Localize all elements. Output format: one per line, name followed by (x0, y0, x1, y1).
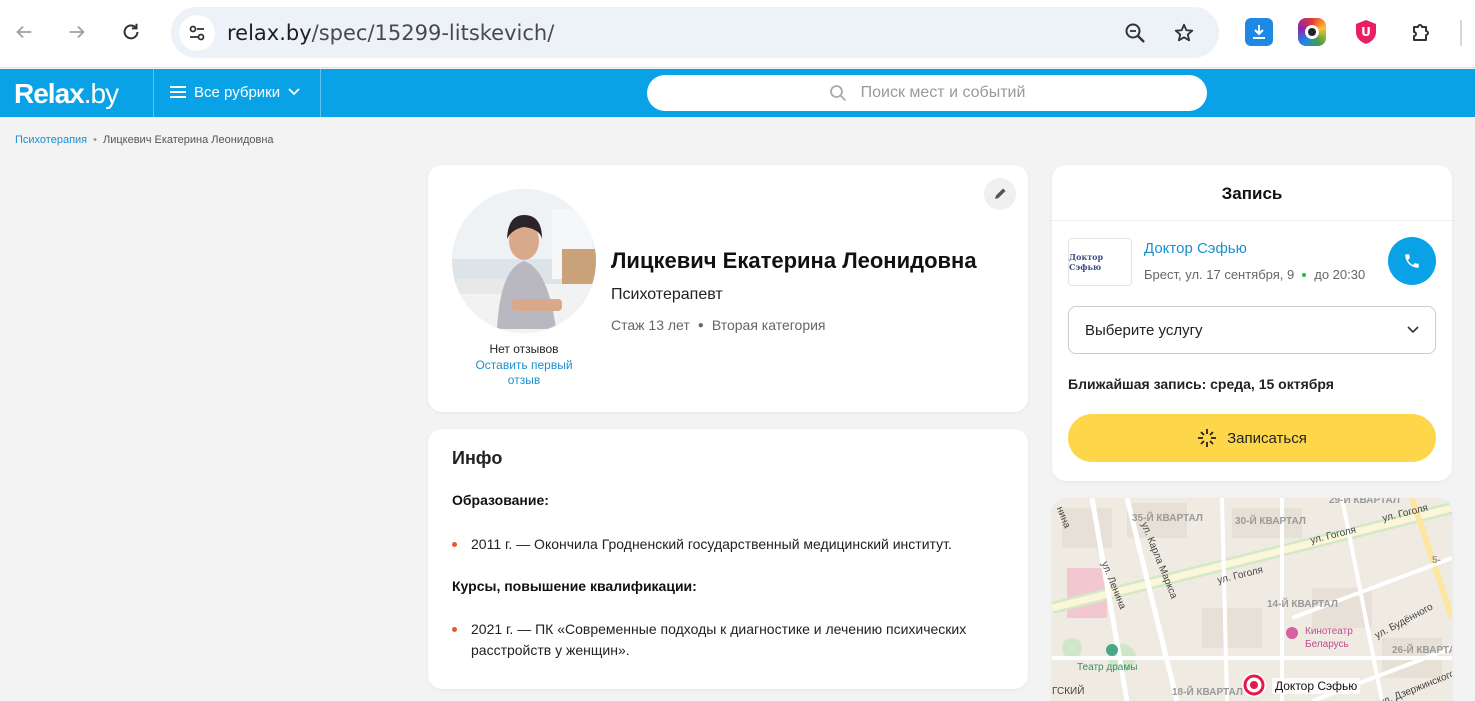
site-info-button[interactable] (179, 15, 215, 51)
doctor-photo (452, 189, 596, 333)
bullet-dot (452, 542, 457, 547)
map-district-label: 5- (1432, 555, 1441, 566)
nearest-appointment: Ближайшая запись: среда, 15 октября (1068, 376, 1334, 392)
clinic-address: Брест, ул. 17 сентября, 9 до 20:30 (1144, 267, 1365, 282)
sparkle-icon (1198, 429, 1217, 447)
info-card: Инфо Образование: 2011 г. — Окончила Гро… (428, 429, 1028, 689)
bullet-dot (452, 627, 457, 632)
breadcrumb: Психотерапия • Лицкевич Екатерина Леонид… (15, 134, 274, 146)
info-title: Инфо (452, 448, 503, 468)
address-bar[interactable]: relax.by/spec/15299-litskevich/ (171, 7, 1219, 58)
map-poi-label: Кинотеатр (1305, 626, 1353, 637)
map-district-label: 26-Й КВАРТАЛ (1392, 645, 1452, 656)
back-button[interactable] (8, 16, 40, 48)
camera-extension-icon[interactable] (1298, 18, 1326, 46)
doctor-specialty: Психотерапевт (611, 286, 723, 303)
service-select-value: Выберите услугу (1085, 321, 1203, 339)
menu-icon (170, 83, 186, 101)
map-district-label: 29-Й КВАРТАЛ (1329, 498, 1400, 506)
logo-suffix: .by (83, 78, 119, 109)
meta-separator: ● (697, 319, 704, 331)
bookmark-star-icon[interactable] (1171, 20, 1197, 46)
list-item: 2021 г. — ПК «Современные подходы к диаг… (452, 619, 1011, 661)
map-poi-label: Беларусь (1305, 639, 1349, 650)
toolbar-separator (1460, 20, 1462, 46)
site-header: Relax.by Все рубрики Поиск мест и событи… (0, 69, 1475, 117)
education-item: 2011 г. — Окончила Гродненский государст… (471, 536, 952, 552)
breadcrumb-current: Лицкевич Екатерина Леонидовна (103, 134, 274, 146)
chevron-down-icon (288, 88, 300, 96)
breadcrumb-separator: • (93, 134, 97, 146)
course-item: 2021 г. — ПК «Современные подходы к диаг… (471, 621, 967, 658)
zoom-icon[interactable] (1122, 20, 1148, 46)
map-poi-label: Театр драмы (1077, 662, 1138, 673)
header-divider (153, 69, 154, 117)
map-district-label: 14-Й КВАРТАЛ (1267, 599, 1338, 610)
map-street-label: ГСКИЙ (1052, 686, 1085, 697)
search-placeholder: Поиск мест и событий (860, 84, 1026, 101)
open-status-dot (1302, 272, 1307, 277)
rubrics-menu-button[interactable]: Все рубрики (170, 83, 300, 101)
clinic-name-link[interactable]: Доктор Сэфью (1144, 240, 1247, 257)
leave-review-link[interactable]: Оставить первый отзыв (468, 358, 580, 388)
service-select[interactable]: Выберите услугу (1068, 306, 1436, 354)
call-button[interactable] (1388, 237, 1436, 285)
profile-card: Нет отзывов Оставить первый отзыв Лицкев… (428, 165, 1028, 412)
shield-extension-icon[interactable]: U (1352, 18, 1380, 46)
breadcrumb-category-link[interactable]: Психотерапия (15, 134, 87, 146)
edit-button[interactable] (984, 178, 1016, 210)
search-icon (829, 85, 846, 102)
doctor-meta: Стаж 13 лет ● Вторая категория (611, 317, 826, 333)
url-path: /spec/15299-litskevich/ (311, 21, 555, 45)
map-pin-label[interactable]: Доктор Сэфью (1272, 678, 1361, 694)
download-extension-icon[interactable] (1245, 18, 1273, 46)
header-divider (320, 69, 321, 117)
extensions-puzzle-icon[interactable] (1408, 18, 1436, 46)
courses-title: Курсы, повышение квалификации: (452, 578, 697, 594)
clinic-address-text: Брест, ул. 17 сентября, 9 (1144, 267, 1295, 282)
education-title: Образование: (452, 492, 549, 508)
book-button[interactable]: Записаться (1068, 414, 1436, 462)
arrow-left-icon (16, 25, 32, 39)
clinic-hours: до 20:30 (1314, 267, 1366, 282)
map-district-label: 18-Й КВАРТАЛ (1172, 687, 1243, 698)
logo-main: Relax (14, 78, 85, 109)
url-text: relax.by/spec/15299-litskevich/ (227, 21, 554, 45)
map-district-label: 30-Й КВАРТАЛ (1235, 516, 1306, 527)
booking-card: Запись Доктор Сэфью Доктор Сэфью Брест, … (1052, 165, 1452, 481)
phone-icon (1405, 254, 1419, 268)
rubrics-label: Все рубрики (194, 83, 281, 101)
arrow-right-icon (69, 25, 85, 39)
clinic-logo[interactable]: Доктор Сэфью (1068, 238, 1132, 286)
reload-button[interactable] (115, 16, 147, 48)
svg-text:U: U (1361, 25, 1371, 39)
chevron-down-icon (1407, 326, 1419, 334)
category-text: Вторая категория (711, 317, 826, 333)
map[interactable]: 29-Й КВАРТАЛ 35-Й КВАРТАЛ 30-Й КВАРТАЛ 1… (1052, 498, 1452, 701)
browser-toolbar: relax.by/spec/15299-litskevich/ U (0, 0, 1475, 68)
no-reviews-text: Нет отзывов (489, 342, 559, 356)
tune-icon (189, 25, 205, 41)
site-logo[interactable]: Relax.by (14, 78, 119, 110)
search-input[interactable]: Поиск мест и событий (647, 75, 1207, 111)
booking-title: Запись (1052, 165, 1452, 221)
doctor-name: Лицкевич Екатерина Леонидовна (611, 248, 977, 273)
book-button-label: Записаться (1227, 429, 1307, 447)
pencil-icon (995, 188, 1006, 199)
list-item: 2011 г. — Окончила Гродненский государст… (452, 534, 1011, 555)
reload-icon (123, 23, 139, 40)
forward-button[interactable] (61, 16, 93, 48)
url-domain: relax.by (227, 21, 312, 45)
experience-text: Стаж 13 лет (611, 317, 690, 333)
